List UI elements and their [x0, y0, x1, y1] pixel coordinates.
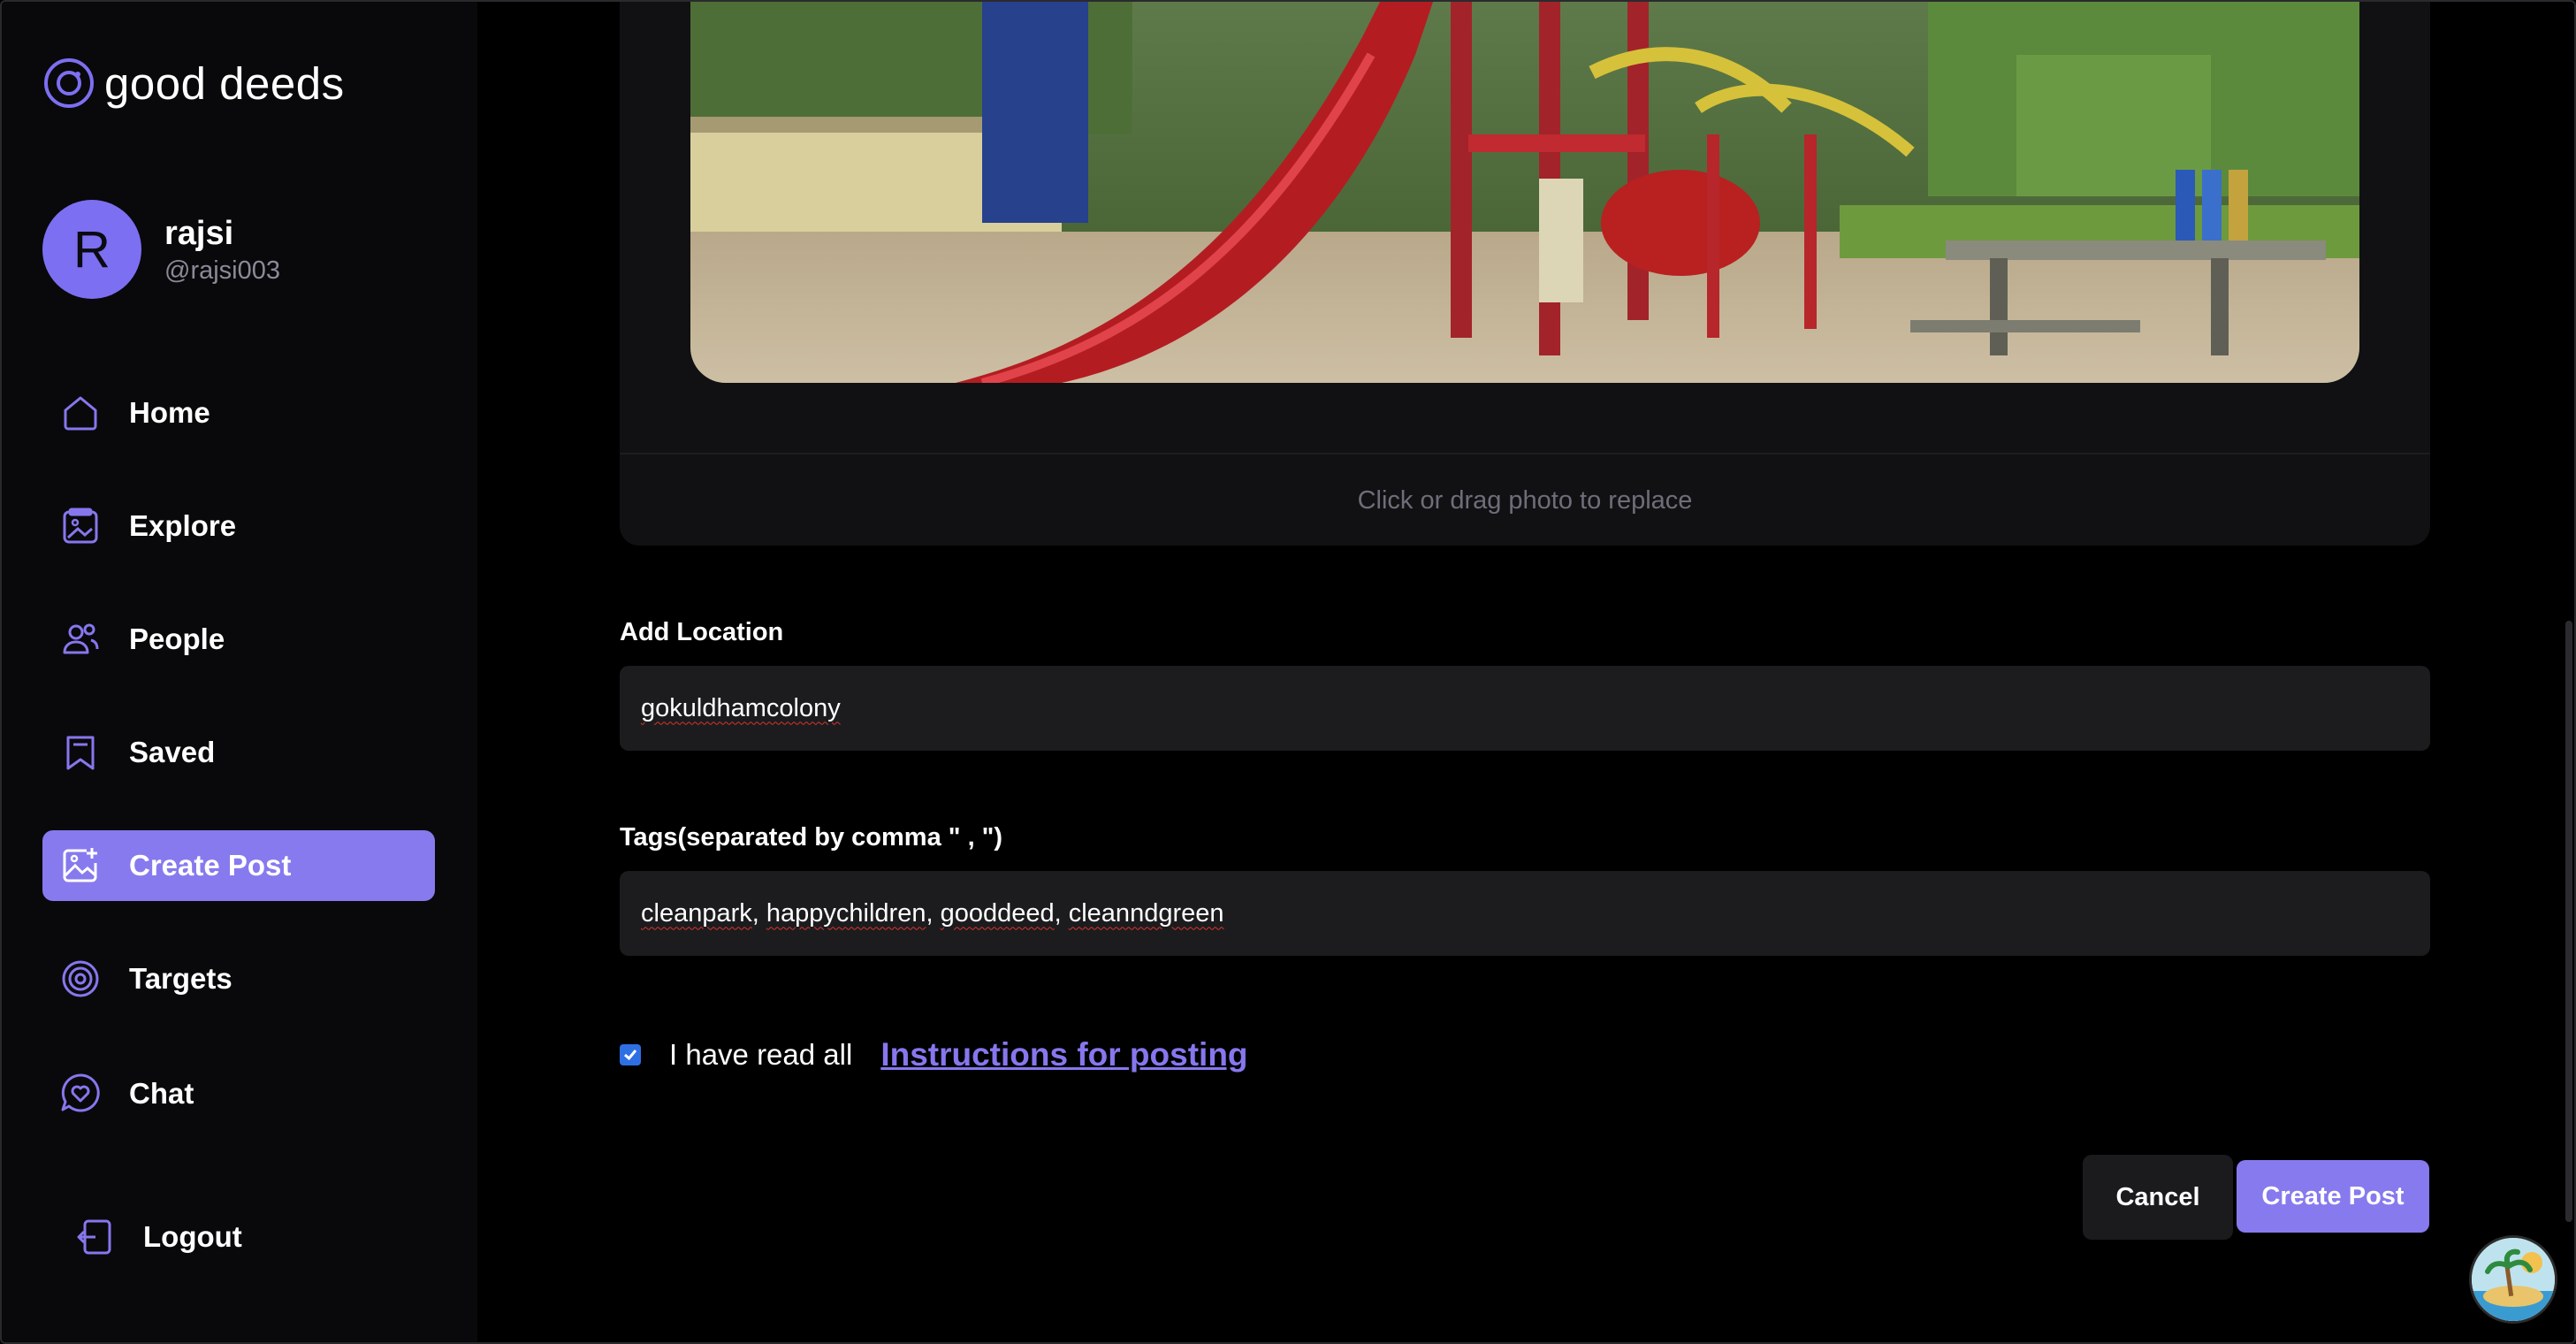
profile-name: rajsi	[164, 214, 234, 252]
sidebar-item-label: Chat	[129, 1077, 194, 1110]
sidebar-item-label: Saved	[129, 736, 216, 768]
sidebar-item-targets[interactable]: Targets	[42, 943, 435, 1014]
sidebar-item-saved[interactable]: Saved	[42, 717, 435, 788]
tag-value: cleanpark	[641, 898, 752, 928]
profile-handle: @rajsi003	[164, 256, 280, 285]
sidebar-item-label: Create Post	[129, 849, 292, 882]
sidebar: good deeds R rajsi @rajsi003 Home Explor…	[2, 2, 477, 1342]
explore-icon	[58, 504, 103, 548]
sidebar-item-people[interactable]: People	[42, 604, 435, 675]
sidebar-item-chat[interactable]: Chat	[42, 1058, 435, 1129]
agreement-row: I have read all Instructions for posting	[620, 1036, 1248, 1073]
tag-value: cleanndgreen	[1068, 898, 1224, 928]
divider	[620, 453, 2430, 454]
logout-label: Logout	[143, 1220, 242, 1253]
user-profile[interactable]: R rajsi @rajsi003	[42, 200, 280, 299]
agreement-checkbox[interactable]	[620, 1044, 641, 1065]
location-input[interactable]: gokuldhamcolony	[620, 666, 2430, 751]
app-window: good deeds R rajsi @rajsi003 Home Explor…	[0, 0, 2576, 1344]
image-plus-icon	[58, 844, 103, 888]
photo-upload-dropzone[interactable]: Click or drag photo to replace	[620, 2, 2430, 546]
create-post-button[interactable]: Create Post	[2237, 1160, 2429, 1233]
tags-label: Tags(separated by comma " , ")	[620, 823, 1003, 851]
sidebar-item-explore[interactable]: Explore	[42, 491, 435, 561]
logout-button[interactable]: Logout	[57, 1202, 449, 1272]
playground-image	[690, 2, 2359, 383]
chat-heart-icon	[58, 1072, 103, 1116]
home-icon	[58, 391, 103, 435]
logo-icon	[44, 58, 94, 108]
sidebar-item-label: People	[129, 622, 225, 655]
tags-input[interactable]: cleanpark, happychildren, gooddeed, clea…	[620, 871, 2430, 956]
logo[interactable]: good deeds	[42, 57, 345, 110]
post-photo	[690, 2, 2359, 383]
location-label: Add Location	[620, 618, 784, 646]
sidebar-item-label: Targets	[129, 962, 232, 995]
sidebar-item-home[interactable]: Home	[42, 378, 435, 448]
logout-icon	[72, 1215, 117, 1259]
sidebar-item-label: Home	[129, 396, 210, 429]
tag-value: happychildren	[766, 898, 926, 928]
floating-assistant-button[interactable]	[2472, 1238, 2555, 1321]
tag-value: gooddeed	[940, 898, 1055, 928]
check-icon	[624, 1050, 637, 1061]
agreement-text: I have read all	[669, 1038, 853, 1071]
location-value: gokuldhamcolony	[641, 693, 841, 722]
upload-hint: Click or drag photo to replace	[1357, 486, 1693, 515]
app-name: good deeds	[104, 57, 345, 109]
people-icon	[58, 617, 103, 661]
target-icon	[58, 957, 103, 1001]
scrollbar-thumb[interactable]	[2565, 621, 2572, 1222]
island-icon	[2472, 1238, 2555, 1321]
bookmark-icon	[58, 730, 103, 775]
cancel-button[interactable]: Cancel	[2083, 1155, 2233, 1240]
avatar: R	[42, 200, 141, 299]
sidebar-item-create-post[interactable]: Create Post	[42, 830, 435, 901]
instructions-link[interactable]: Instructions for posting	[880, 1036, 1247, 1073]
sidebar-item-label: Explore	[129, 509, 237, 542]
